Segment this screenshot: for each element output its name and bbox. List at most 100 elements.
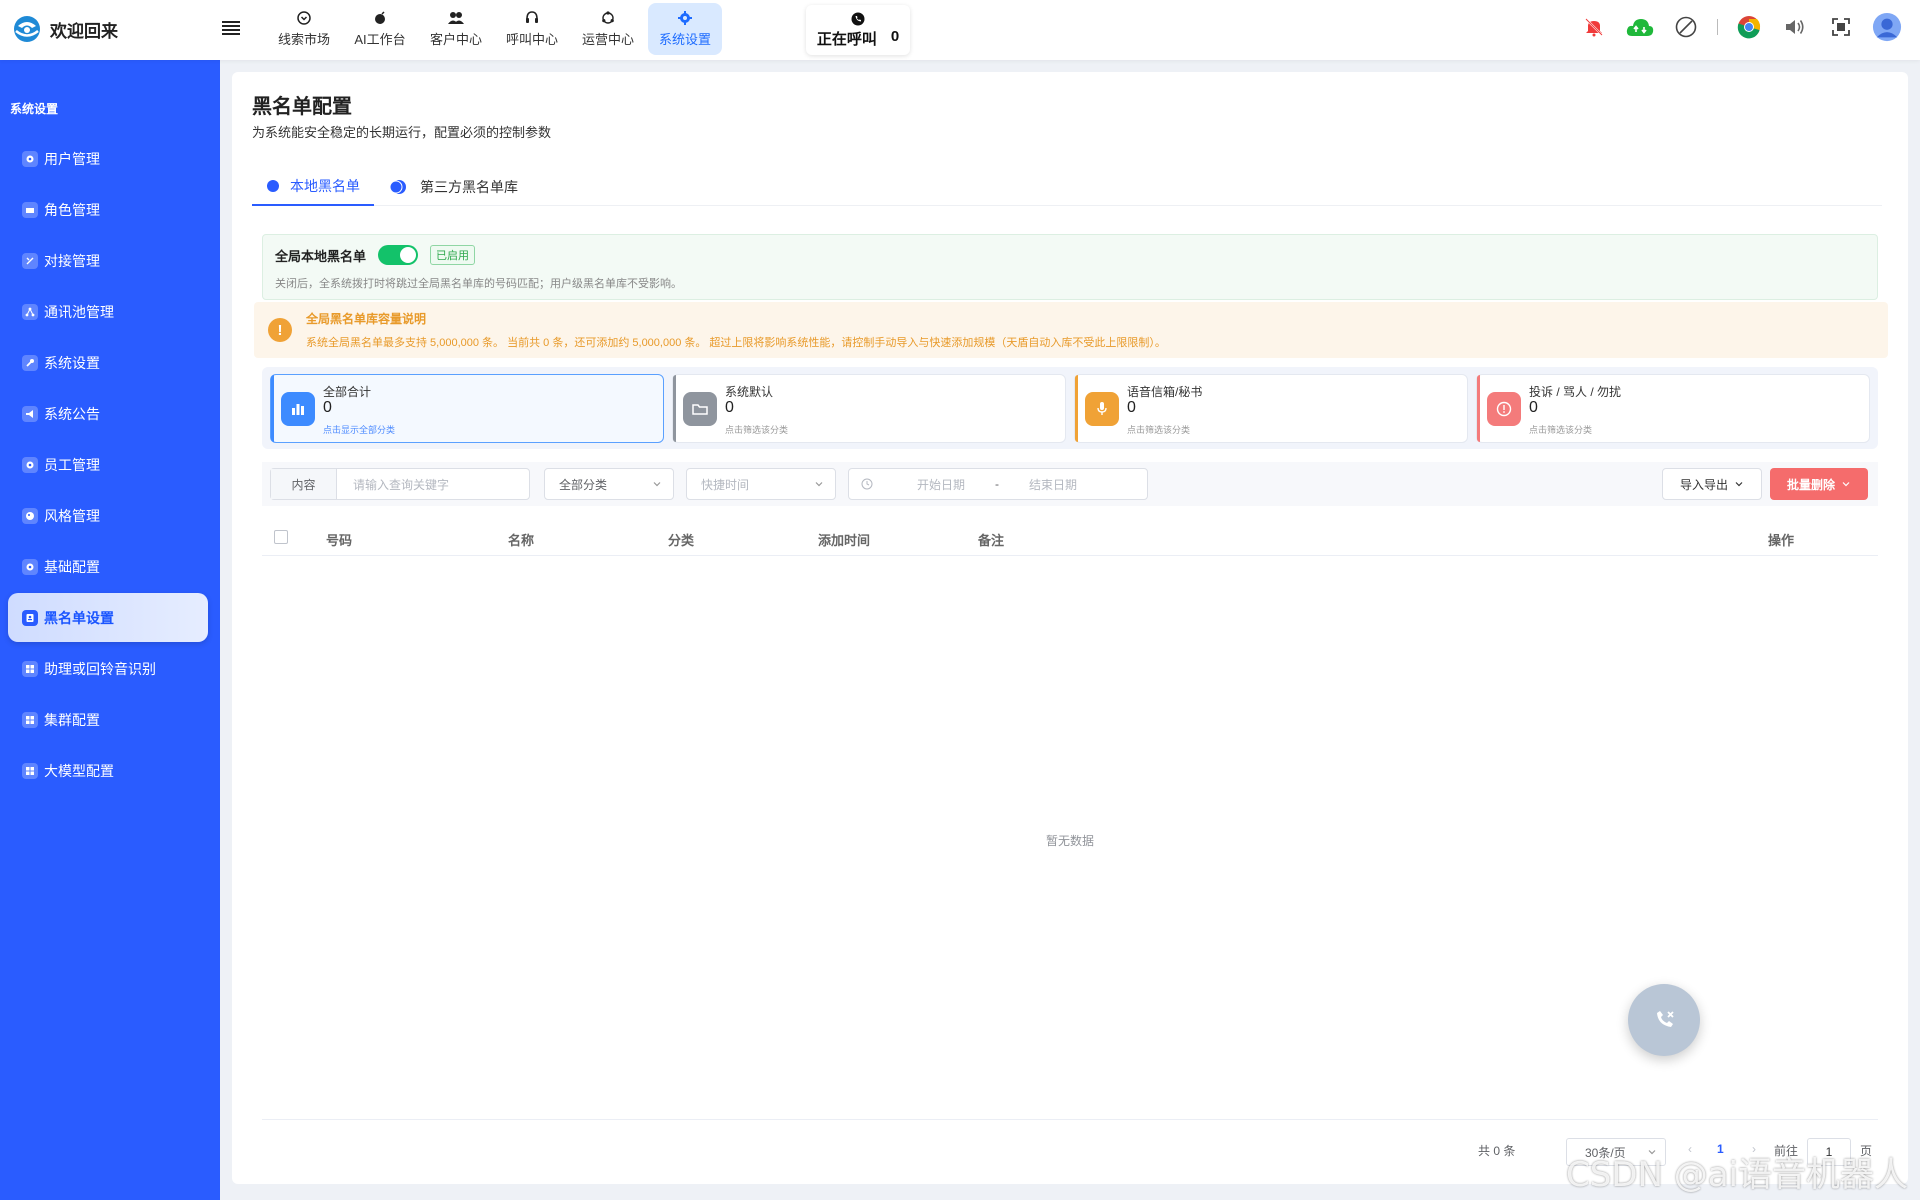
import-export-button[interactable]: 导入导出 — [1662, 468, 1762, 500]
dot-icon — [267, 180, 279, 192]
warning-icon: ! — [268, 318, 292, 342]
sidebar-item-label: 黑名单设置 — [44, 609, 114, 626]
calling-count: 0 — [890, 27, 900, 45]
fullscreen-icon[interactable] — [1826, 12, 1856, 42]
capacity-notice: ! 全局黑名单库容量说明 系统全局黑名单最多支持 5,000,000 条。 当前… — [254, 302, 1888, 358]
sidebar-item-style[interactable]: 风格管理 — [8, 491, 208, 540]
column-header-number[interactable]: 号码 — [326, 530, 352, 549]
batch-delete-button[interactable]: 批量删除 — [1770, 468, 1868, 500]
column-header-name[interactable]: 名称 — [508, 530, 534, 549]
start-date-input[interactable]: 开始日期 — [917, 476, 965, 493]
stat-hint: 点击筛选该分类 — [1127, 425, 1191, 435]
sidebar-item-ringback-recognition[interactable]: 助理或回铃音识别 — [8, 644, 208, 693]
nav-label: 运营中心 — [581, 31, 634, 47]
grid-icon — [22, 660, 38, 677]
sidebar-item-cluster[interactable]: 集群配置 — [8, 695, 208, 744]
nav-label: 呼叫中心 — [505, 31, 558, 47]
phone-hangup-icon — [1657, 1011, 1674, 1027]
logo-icon — [14, 16, 40, 42]
nav-customer-center[interactable]: 客户中心 — [420, 3, 492, 55]
clock-icon — [861, 478, 873, 490]
batch-delete-label: 批量删除 — [1786, 477, 1835, 492]
sidebar-item-label: 系统设置 — [44, 354, 100, 371]
grid-icon — [22, 711, 38, 728]
global-blacklist-title: 全局本地黑名单 — [275, 248, 367, 264]
page-title: 黑名单配置 — [252, 96, 352, 118]
sidebar-item-user-management[interactable]: 用户管理 — [8, 134, 208, 183]
sidebar-item-blacklist[interactable]: 黑名单设置 — [8, 593, 208, 642]
megaphone-icon — [22, 405, 38, 422]
tab-local-blacklist[interactable]: 本地黑名单 — [252, 168, 374, 206]
volume-icon[interactable] — [1780, 12, 1810, 42]
category-select-value: 全部分类 — [559, 477, 608, 492]
global-blacklist-section: 全局本地黑名单 已启用 关闭后，全系统拨打时将跳过全局黑名单库的号码匹配；用户级… — [262, 234, 1878, 300]
gear-icon — [22, 150, 38, 167]
sidebar-item-label: 通讯池管理 — [44, 303, 114, 320]
sidebar-item-comm-pool[interactable]: 通讯池管理 — [8, 287, 208, 336]
quick-time-select[interactable]: 快捷时间 — [686, 468, 836, 500]
sidebar-item-label: 基础配置 — [44, 558, 100, 575]
cycle-icon — [602, 10, 614, 24]
chrome-icon[interactable] — [1734, 12, 1764, 42]
app-logo[interactable]: 欢迎回来 — [12, 14, 118, 44]
stat-card-system-default[interactable]: 系统默认 0 点击筛选该分类 — [672, 374, 1066, 443]
keyword-input[interactable]: 请输入查询关键字 — [337, 476, 449, 493]
select-all-checkbox[interactable] — [274, 530, 288, 544]
sidebar-item-system-settings[interactable]: 系统设置 — [8, 338, 208, 387]
column-header-added-time[interactable]: 添加时间 — [818, 530, 870, 549]
nav-ai-workbench[interactable]: AI工作台 — [344, 3, 416, 55]
sidebar-section-title: 系统设置 — [10, 102, 59, 116]
floating-hangup-button[interactable] — [1628, 984, 1700, 1056]
category-stats: 全部合计 0 点击显示全部分类 系统默认 0 点击筛选该分类 语音信箱/秘书 0… — [262, 367, 1878, 449]
network-icon — [22, 303, 38, 320]
tab-label: 第三方黑名单库 — [420, 179, 518, 195]
tab-third-party-blacklist[interactable]: 第三方黑名单库 — [388, 168, 518, 206]
sidebar-item-role-management[interactable]: 角色管理 — [8, 185, 208, 234]
folder-icon — [683, 392, 717, 426]
stat-card-voicemail[interactable]: 语音信箱/秘书 0 点击筛选该分类 — [1074, 374, 1468, 443]
notice-title: 全局黑名单库容量说明 — [306, 312, 427, 326]
empty-state: 暂无数据 — [1045, 834, 1094, 848]
cloud-sync-icon[interactable] — [1625, 12, 1655, 42]
column-header-category[interactable]: 分类 — [668, 530, 694, 549]
sidebar-item-label: 对接管理 — [44, 252, 100, 269]
global-blacklist-switch[interactable] — [378, 245, 419, 265]
avatar[interactable] — [1872, 12, 1902, 42]
disabled-icon[interactable] — [1671, 12, 1701, 42]
keyword-search[interactable]: 内容 请输入查询关键字 — [270, 468, 530, 500]
sidebar-item-staff[interactable]: 员工管理 — [8, 440, 208, 489]
column-header-remark[interactable]: 备注 — [978, 530, 1004, 549]
sidebar-menu: 用户管理 角色管理 对接管理 通讯池管理 系统设置 系统公告 员工管理 风格管理… — [8, 134, 208, 797]
stat-card-all[interactable]: 全部合计 0 点击显示全部分类 — [270, 374, 664, 443]
sidebar-item-label: 系统公告 — [44, 405, 100, 422]
sidebar-item-basic-config[interactable]: 基础配置 — [8, 542, 208, 591]
sidebar-item-announcement[interactable]: 系统公告 — [8, 389, 208, 438]
end-date-input[interactable]: 结束日期 — [1029, 476, 1077, 493]
nav-clue-market[interactable]: 线索市场 — [268, 3, 340, 55]
date-range-separator: - — [995, 477, 1000, 491]
nav-system-settings[interactable]: 系统设置 — [648, 3, 722, 55]
sidebar-item-integration[interactable]: 对接管理 — [8, 236, 208, 285]
nav-label: 线索市场 — [277, 31, 330, 47]
stat-count: 0 — [1529, 399, 1538, 416]
stat-name: 投诉 / 骂人 / 勿扰 — [1529, 385, 1622, 399]
sidebar-item-llm-config[interactable]: 大模型配置 — [8, 746, 208, 795]
bell-muted-icon[interactable] — [1579, 12, 1609, 42]
nav-label: 系统设置 — [658, 31, 711, 47]
app-title: 欢迎回来 — [50, 21, 118, 41]
calling-label: 正在呼叫 — [816, 30, 877, 48]
nav-call-center[interactable]: 呼叫中心 — [496, 3, 568, 55]
grid-icon — [22, 762, 38, 779]
filter-bar: 内容 请输入查询关键字 全部分类 快捷时间 开始日期 - 结束日期 导入导出 批… — [262, 462, 1878, 506]
nav-operation-center[interactable]: 运营中心 — [572, 3, 644, 55]
stat-card-complaint[interactable]: 投诉 / 骂人 / 勿扰 0 点击筛选该分类 — [1476, 374, 1870, 443]
headset-icon — [526, 10, 538, 23]
global-blacklist-desc: 关闭后，全系统拨打时将跳过全局黑名单库的号码匹配；用户级黑名单库不受影响。 — [275, 278, 682, 290]
date-range-picker[interactable]: 开始日期 - 结束日期 — [848, 468, 1148, 500]
calling-status[interactable]: 正在呼叫 0 — [806, 5, 910, 55]
content-label: 内容 — [271, 469, 337, 499]
stat-count: 0 — [1127, 399, 1136, 416]
menu-toggle-icon[interactable] — [222, 20, 240, 36]
wrench-icon — [22, 354, 38, 371]
category-select[interactable]: 全部分类 — [544, 468, 674, 500]
